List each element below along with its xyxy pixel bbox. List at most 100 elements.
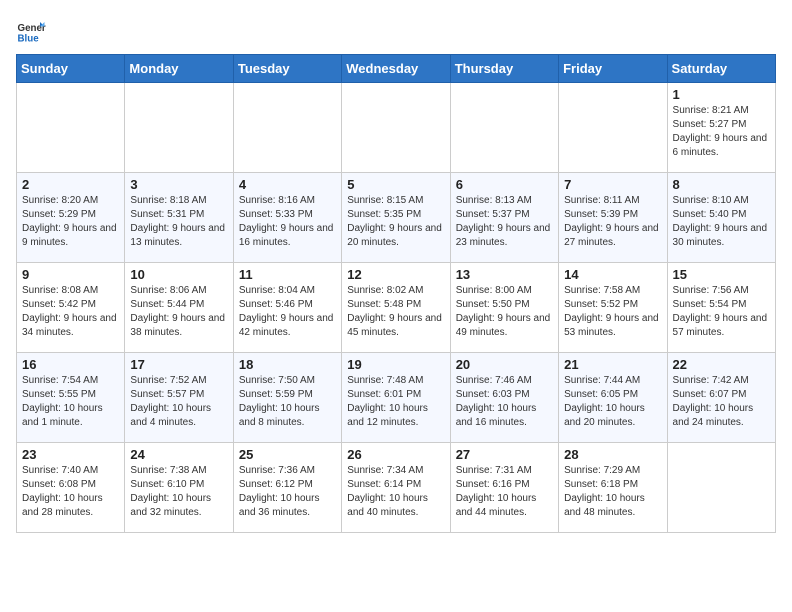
weekday-header-friday: Friday — [559, 55, 667, 83]
day-number: 6 — [456, 177, 553, 192]
day-info: Sunrise: 8:21 AM Sunset: 5:27 PM Dayligh… — [673, 104, 770, 160]
calendar-cell: 3 Sunrise: 8:18 AM Sunset: 5:31 PM Daylig… — [125, 173, 233, 263]
weekday-header-row: SundayMondayTuesdayWednesdayThursdayFrid… — [17, 55, 776, 83]
calendar-cell — [667, 443, 775, 533]
day-info: Sunrise: 7:34 AM Sunset: 6:14 PM Dayligh… — [347, 464, 444, 520]
calendar-cell: 17Sunrise: 7:52 AM Sunset: 5:57 PM Dayli… — [125, 353, 233, 443]
day-info: Sunrise: 8:13 AM Sunset: 5:37 PM Dayligh… — [456, 194, 553, 250]
day-info: Sunrise: 7:46 AM Sunset: 6:03 PM Dayligh… — [456, 374, 553, 430]
day-number: 7 — [564, 177, 661, 192]
day-info: Sunrise: 7:29 AM Sunset: 6:18 PM Dayligh… — [564, 464, 661, 520]
calendar-cell — [17, 83, 125, 173]
day-info: Sunrise: 8:06 AM Sunset: 5:44 PM Dayligh… — [130, 284, 227, 340]
day-number: 26 — [347, 447, 444, 462]
day-info: Sunrise: 8:20 AM Sunset: 5:29 PM Dayligh… — [22, 194, 119, 250]
day-number: 25 — [239, 447, 336, 462]
calendar-cell: 18 Sunrise: 7:50 AM Sunset: 5:59 PM Dayli… — [233, 353, 341, 443]
day-number: 3 — [130, 177, 227, 192]
calendar-cell: 28 Sunrise: 7:29 AM Sunset: 6:18 PM Dayli… — [559, 443, 667, 533]
day-number: 18 — [239, 357, 336, 372]
calendar-cell: 24 Sunrise: 7:38 AM Sunset: 6:10 PM Dayli… — [125, 443, 233, 533]
calendar-cell: 23 Sunrise: 7:40 AM Sunset: 6:08 PM Dayli… — [17, 443, 125, 533]
logo-icon: General Blue — [16, 16, 46, 46]
calendar-cell — [233, 83, 341, 173]
week-row-4: 23 Sunrise: 7:40 AM Sunset: 6:08 PM Dayli… — [17, 443, 776, 533]
day-number: 20 — [456, 357, 553, 372]
week-row-0: 1 Sunrise: 8:21 AM Sunset: 5:27 PM Daylig… — [17, 83, 776, 173]
calendar-cell: 12Sunrise: 8:02 AM Sunset: 5:48 PM Dayli… — [342, 263, 450, 353]
weekday-header-wednesday: Wednesday — [342, 55, 450, 83]
day-number: 13 — [456, 267, 553, 282]
calendar-cell: 4 Sunrise: 8:16 AM Sunset: 5:33 PM Daylig… — [233, 173, 341, 263]
week-row-3: 16 Sunrise: 7:54 AM Sunset: 5:55 PM Dayli… — [17, 353, 776, 443]
calendar-cell: 20 Sunrise: 7:46 AM Sunset: 6:03 PM Dayli… — [450, 353, 558, 443]
week-row-1: 2 Sunrise: 8:20 AM Sunset: 5:29 PM Daylig… — [17, 173, 776, 263]
day-info: Sunrise: 7:38 AM Sunset: 6:10 PM Dayligh… — [130, 464, 227, 520]
day-info: Sunrise: 7:36 AM Sunset: 6:12 PM Dayligh… — [239, 464, 336, 520]
calendar-cell: 26 Sunrise: 7:34 AM Sunset: 6:14 PM Dayli… — [342, 443, 450, 533]
day-number: 1 — [673, 87, 770, 102]
day-info: Sunrise: 8:16 AM Sunset: 5:33 PM Dayligh… — [239, 194, 336, 250]
day-info: Sunrise: 7:58 AM Sunset: 5:52 PM Dayligh… — [564, 284, 661, 340]
day-number: 10 — [130, 267, 227, 282]
day-info: Sunrise: 8:08 AM Sunset: 5:42 PM Dayligh… — [22, 284, 119, 340]
day-number: 27 — [456, 447, 553, 462]
logo: General Blue — [16, 16, 46, 46]
day-info: Sunrise: 7:31 AM Sunset: 6:16 PM Dayligh… — [456, 464, 553, 520]
day-number: 9 — [22, 267, 119, 282]
day-number: 2 — [22, 177, 119, 192]
calendar-cell — [125, 83, 233, 173]
day-info: Sunrise: 7:56 AM Sunset: 5:54 PM Dayligh… — [673, 284, 770, 340]
day-info: Sunrise: 7:40 AM Sunset: 6:08 PM Dayligh… — [22, 464, 119, 520]
calendar-table: SundayMondayTuesdayWednesdayThursdayFrid… — [16, 54, 776, 533]
weekday-header-tuesday: Tuesday — [233, 55, 341, 83]
page-header: General Blue — [16, 16, 776, 46]
day-number: 22 — [673, 357, 770, 372]
day-info: Sunrise: 8:10 AM Sunset: 5:40 PM Dayligh… — [673, 194, 770, 250]
weekday-header-saturday: Saturday — [667, 55, 775, 83]
day-number: 23 — [22, 447, 119, 462]
day-number: 4 — [239, 177, 336, 192]
calendar-cell: 1 Sunrise: 8:21 AM Sunset: 5:27 PM Daylig… — [667, 83, 775, 173]
day-info: Sunrise: 7:52 AM Sunset: 5:57 PM Dayligh… — [130, 374, 227, 430]
svg-text:Blue: Blue — [18, 34, 40, 45]
day-number: 16 — [22, 357, 119, 372]
calendar-cell — [450, 83, 558, 173]
calendar-cell: 16 Sunrise: 7:54 AM Sunset: 5:55 PM Dayli… — [17, 353, 125, 443]
calendar-cell: 14 Sunrise: 7:58 AM Sunset: 5:52 PM Dayli… — [559, 263, 667, 353]
day-number: 8 — [673, 177, 770, 192]
day-info: Sunrise: 8:18 AM Sunset: 5:31 PM Dayligh… — [130, 194, 227, 250]
calendar-cell: 22 Sunrise: 7:42 AM Sunset: 6:07 PM Dayli… — [667, 353, 775, 443]
day-number: 5 — [347, 177, 444, 192]
day-number: 14 — [564, 267, 661, 282]
calendar-cell: 9 Sunrise: 8:08 AM Sunset: 5:42 PM Daylig… — [17, 263, 125, 353]
day-info: Sunrise: 7:42 AM Sunset: 6:07 PM Dayligh… — [673, 374, 770, 430]
calendar-cell: 2 Sunrise: 8:20 AM Sunset: 5:29 PM Daylig… — [17, 173, 125, 263]
day-number: 19 — [347, 357, 444, 372]
day-info: Sunrise: 7:44 AM Sunset: 6:05 PM Dayligh… — [564, 374, 661, 430]
calendar-cell: 25 Sunrise: 7:36 AM Sunset: 6:12 PM Dayli… — [233, 443, 341, 533]
weekday-header-thursday: Thursday — [450, 55, 558, 83]
calendar-cell: 6 Sunrise: 8:13 AM Sunset: 5:37 PM Daylig… — [450, 173, 558, 263]
calendar-cell — [342, 83, 450, 173]
day-number: 15 — [673, 267, 770, 282]
weekday-header-sunday: Sunday — [17, 55, 125, 83]
calendar-cell: 5 Sunrise: 8:15 AM Sunset: 5:35 PM Daylig… — [342, 173, 450, 263]
day-number: 24 — [130, 447, 227, 462]
weekday-header-monday: Monday — [125, 55, 233, 83]
day-number: 28 — [564, 447, 661, 462]
day-info: Sunrise: 8:04 AM Sunset: 5:46 PM Dayligh… — [239, 284, 336, 340]
calendar-cell: 13Sunrise: 8:00 AM Sunset: 5:50 PM Dayli… — [450, 263, 558, 353]
calendar-cell: 19 Sunrise: 7:48 AM Sunset: 6:01 PM Dayli… — [342, 353, 450, 443]
day-info: Sunrise: 7:48 AM Sunset: 6:01 PM Dayligh… — [347, 374, 444, 430]
day-info: Sunrise: 7:54 AM Sunset: 5:55 PM Dayligh… — [22, 374, 119, 430]
day-info: Sunrise: 7:50 AM Sunset: 5:59 PM Dayligh… — [239, 374, 336, 430]
calendar-cell: 27 Sunrise: 7:31 AM Sunset: 6:16 PM Dayli… — [450, 443, 558, 533]
day-number: 11 — [239, 267, 336, 282]
day-number: 21 — [564, 357, 661, 372]
calendar-cell: 15 Sunrise: 7:56 AM Sunset: 5:54 PM Dayli… — [667, 263, 775, 353]
day-number: 12 — [347, 267, 444, 282]
day-info: Sunrise: 8:15 AM Sunset: 5:35 PM Dayligh… — [347, 194, 444, 250]
calendar-cell: 11 Sunrise: 8:04 AM Sunset: 5:46 PM Dayli… — [233, 263, 341, 353]
day-info: Sunrise: 8:11 AM Sunset: 5:39 PM Dayligh… — [564, 194, 661, 250]
